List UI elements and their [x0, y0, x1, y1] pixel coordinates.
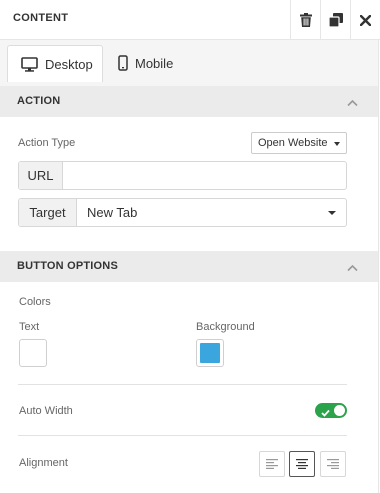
target-addon: Target	[19, 199, 77, 226]
device-tabs: Desktop Mobile	[0, 40, 380, 86]
align-right-icon	[327, 459, 339, 469]
panel-title: CONTENT	[13, 12, 69, 24]
tab-mobile[interactable]: Mobile	[110, 45, 190, 81]
trash-icon	[299, 13, 312, 27]
caret-down-icon	[328, 211, 336, 215]
target-value: New Tab	[87, 205, 138, 220]
button-options-section-header[interactable]: BUTTON OPTIONS	[0, 251, 380, 282]
background-color-swatch[interactable]	[196, 339, 224, 367]
align-left-icon	[266, 459, 278, 469]
desktop-icon	[21, 56, 45, 72]
align-center-button[interactable]	[289, 451, 315, 477]
align-center-icon	[296, 459, 308, 469]
text-color-label: Text	[19, 321, 40, 333]
alignment-label: Alignment	[19, 457, 68, 469]
action-type-label: Action Type	[18, 137, 76, 149]
background-color-label: Background	[196, 321, 255, 333]
clone-icon	[328, 13, 343, 27]
close-button[interactable]	[350, 0, 380, 40]
url-addon: URL	[19, 162, 63, 189]
text-color-swatch[interactable]	[19, 339, 47, 367]
panel-header: CONTENT	[0, 0, 380, 40]
chevron-up-icon	[347, 261, 358, 275]
tab-label: Mobile	[135, 55, 174, 71]
background-color-preview	[200, 343, 220, 363]
action-type-value: Open Website	[258, 137, 328, 149]
colors-label: Colors	[19, 296, 51, 308]
chevron-up-icon	[347, 96, 358, 110]
mobile-icon	[118, 55, 135, 71]
delete-button[interactable]	[290, 0, 320, 40]
align-left-button[interactable]	[259, 451, 285, 477]
url-input[interactable]	[63, 162, 346, 189]
divider	[18, 435, 347, 436]
caret-down-icon	[334, 142, 340, 146]
auto-width-toggle[interactable]	[315, 403, 347, 418]
section-title: BUTTON OPTIONS	[17, 260, 118, 272]
tab-desktop[interactable]: Desktop	[7, 45, 103, 82]
auto-width-label: Auto Width	[19, 405, 73, 417]
duplicate-button[interactable]	[320, 0, 350, 40]
action-type-dropdown[interactable]: Open Website	[251, 132, 347, 154]
divider	[18, 384, 347, 385]
url-input-group: URL	[18, 161, 347, 190]
checkmark-icon	[321, 406, 330, 420]
action-section-header[interactable]: ACTION	[0, 86, 380, 117]
content-panel: CONTENT Desktop Mobile ACTION Action Typ…	[0, 0, 380, 493]
tab-label: Desktop	[45, 56, 93, 72]
text-color-preview	[23, 343, 43, 363]
section-title: ACTION	[17, 95, 61, 107]
target-select-group[interactable]: Target New Tab	[18, 198, 347, 227]
align-right-button[interactable]	[320, 451, 346, 477]
close-icon	[360, 14, 371, 26]
toggle-knob	[334, 405, 345, 416]
